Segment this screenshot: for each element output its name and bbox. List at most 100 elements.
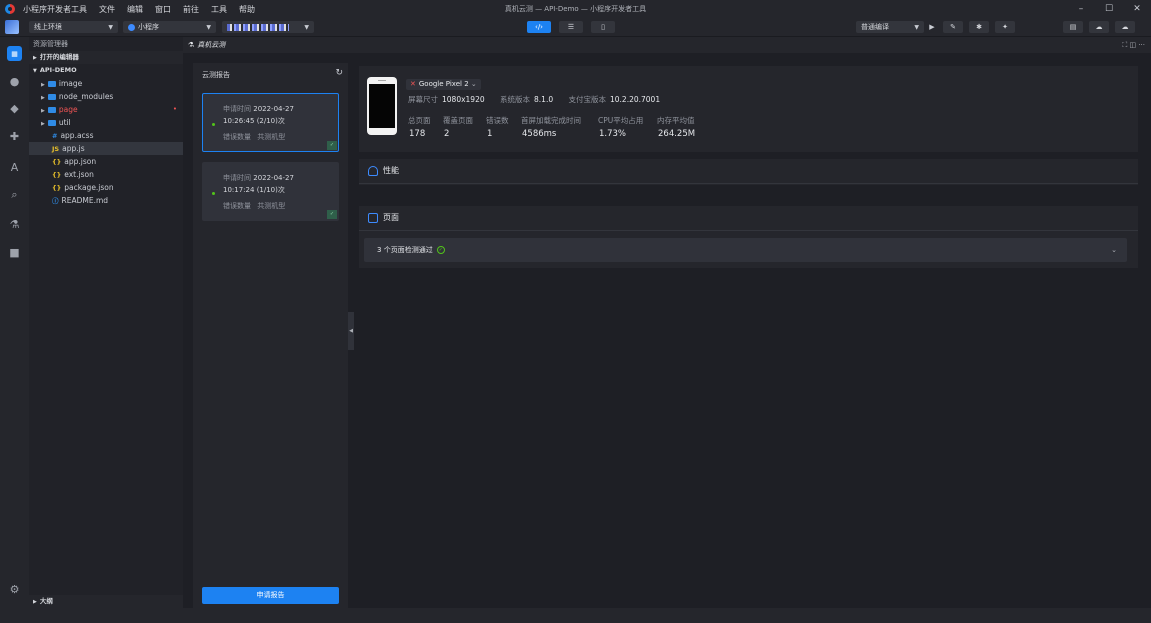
- document-button[interactable]: ▤: [1063, 21, 1083, 33]
- apply-count: (1/10)次: [256, 186, 285, 194]
- pages-summary: 3 个页面检测通过 ✓: [377, 238, 445, 262]
- menu-edit[interactable]: 编辑: [127, 4, 143, 15]
- extensions-activity-button[interactable]: ✚: [7, 129, 22, 144]
- font-activity-button[interactable]: A: [7, 160, 22, 175]
- tab-cloud-test[interactable]: ⚗ 真机云测: [188, 37, 225, 53]
- expand-icon[interactable]: ⛶: [1122, 41, 1127, 49]
- store-activity-button[interactable]: ■: [7, 245, 22, 260]
- environment-select[interactable]: 线上环境 ▼: [29, 21, 118, 33]
- edit-config-button[interactable]: ✎: [943, 21, 963, 33]
- stat-value: 4586ms: [522, 129, 557, 139]
- chevron-down-icon: ▼: [304, 23, 309, 31]
- settings-activity-button[interactable]: ⚙: [7, 582, 22, 597]
- stat-errors: 错误数 1: [486, 115, 509, 139]
- minimize-button[interactable]: –: [1067, 0, 1095, 18]
- menu-tools[interactable]: 工具: [211, 4, 227, 15]
- explorer-header: 资源管理器: [33, 40, 68, 48]
- models-count-label: 共测机型: [257, 133, 286, 141]
- maximize-button[interactable]: ☐: [1095, 0, 1123, 18]
- report-card[interactable]: 申请时间 2022-04-27 10:17:24 (1/10)次 错误数量 共测…: [202, 162, 339, 221]
- performance-header[interactable]: 性能: [368, 159, 399, 183]
- code-icon: ‹/›: [535, 23, 543, 31]
- menu-go[interactable]: 前往: [183, 4, 199, 15]
- open-editors-section[interactable]: ▶ 打开的编辑器: [29, 51, 183, 64]
- explorer-activity-button[interactable]: ▦: [7, 46, 22, 61]
- git-activity-button[interactable]: ◆: [7, 101, 22, 116]
- chevron-right-icon: ▶: [33, 55, 37, 61]
- more-icon[interactable]: ···: [1138, 41, 1145, 49]
- app-type-select[interactable]: 小程序 ▼: [123, 21, 216, 33]
- chevron-right-icon: ▶: [41, 95, 45, 101]
- debug-view-button[interactable]: ☰: [559, 21, 583, 33]
- open-editors-label: 打开的编辑器: [39, 53, 79, 61]
- json-file-icon: {}: [52, 171, 62, 179]
- menu-app[interactable]: 小程序开发者工具: [23, 4, 87, 15]
- store-icon: ■: [9, 246, 20, 259]
- run-button[interactable]: ▶: [927, 21, 937, 33]
- test-activity-button[interactable]: ⚗: [7, 217, 22, 232]
- toolbar-actions-right: ▤ ☁ ☁: [1063, 21, 1135, 33]
- tree-file-app-acss[interactable]: # app.acss: [29, 129, 183, 142]
- tree-file-package-json[interactable]: {} package.json: [29, 181, 183, 194]
- view-switcher: ‹/› ☰ ▯: [527, 21, 615, 33]
- tree-folder-util[interactable]: ▶ util: [29, 116, 183, 129]
- tree-file-readme[interactable]: ⓘ README.md: [29, 194, 183, 207]
- code-view-button[interactable]: ‹/›: [527, 21, 551, 33]
- outline-section[interactable]: ▶ 大纲: [29, 595, 183, 608]
- scan-icon: ⌕: [11, 187, 18, 201]
- window-title: 真机云测 — API-Demo — 小程序开发者工具: [504, 5, 647, 13]
- tree-folder-node-modules[interactable]: ▶ node_modules: [29, 90, 183, 103]
- tree-item-label: node_modules: [58, 92, 114, 101]
- apply-report-button[interactable]: 申请报告: [202, 587, 339, 604]
- inspect-activity-button[interactable]: ⌕: [7, 187, 22, 202]
- tree-item-label: README.md: [61, 196, 109, 205]
- cloud-upload-icon: ☁: [1095, 23, 1103, 31]
- pages-header[interactable]: 页面: [368, 206, 399, 230]
- report-card[interactable]: 申请时间 2022-04-27 10:26:45 (2/10)次 错误数量 共测…: [202, 93, 339, 152]
- menu-window[interactable]: 窗口: [155, 4, 171, 15]
- debug-button[interactable]: ✱: [969, 21, 989, 33]
- tree-folder-image[interactable]: ▶ image: [29, 77, 183, 90]
- menu-file[interactable]: 文件: [99, 4, 115, 15]
- device-select[interactable]: ✕ Google Pixel 2 ⌄: [406, 79, 481, 90]
- project-select[interactable]: ▼: [222, 21, 314, 33]
- chevron-left-icon: ◀: [349, 328, 353, 334]
- tab-label: 真机云测: [197, 41, 226, 49]
- gauge-icon: [368, 166, 378, 176]
- tree-file-ext-json[interactable]: {} ext.json: [29, 168, 183, 181]
- reports-title: 云测报告: [202, 71, 230, 79]
- phone-icon: ▯: [601, 23, 605, 31]
- project-section[interactable]: ▼ API-DEMO: [29, 64, 183, 77]
- refresh-icon[interactable]: ↻: [335, 68, 343, 78]
- pages-passed-text: 个页面检测通过: [383, 246, 433, 254]
- search-activity-button[interactable]: ●: [7, 74, 22, 89]
- apply-date: 2022-04-27: [253, 174, 294, 182]
- upload-button[interactable]: ☁: [1089, 21, 1109, 33]
- simulator-view-button[interactable]: ▯: [591, 21, 615, 33]
- explorer-panel: 资源管理器 ▶ 打开的编辑器 ▼ API-DEMO ▶ image ▶ node_mod…: [29, 37, 183, 608]
- environment-value: 线上环境: [34, 23, 62, 31]
- chevron-down-icon: ⌄: [470, 80, 477, 88]
- app-logo-icon: [5, 4, 15, 14]
- folder-icon: [47, 81, 56, 87]
- menu-help[interactable]: 帮助: [239, 4, 255, 15]
- search-icon: ●: [9, 75, 20, 88]
- tree-item-label: app.acss: [60, 131, 94, 140]
- apply-time-label: 申请时间: [223, 174, 251, 182]
- pages-summary-accordion[interactable]: 3 个页面检测通过 ✓ ⌄: [364, 238, 1127, 262]
- stat-value: 1: [487, 129, 493, 139]
- cloud-button[interactable]: ☁: [1115, 21, 1135, 33]
- tree-folder-page[interactable]: ▶ page •: [29, 103, 183, 116]
- tree-file-app-js[interactable]: JS app.js: [29, 142, 183, 155]
- avatar[interactable]: [5, 20, 19, 34]
- title-bar: 小程序开发者工具 文件 编辑 窗口 前往 工具 帮助 真机云测 — API-De…: [0, 0, 1151, 18]
- clean-button[interactable]: ✦: [995, 21, 1015, 33]
- flask-icon: ⚗: [9, 218, 20, 231]
- tree-file-app-json[interactable]: {} app.json: [29, 155, 183, 168]
- collapse-panel-handle[interactable]: ◀: [348, 312, 354, 350]
- project-label: API-DEMO: [39, 66, 77, 74]
- split-icon[interactable]: ◫: [1129, 41, 1136, 49]
- apply-count: (2/10)次: [256, 117, 285, 125]
- close-button[interactable]: ✕: [1123, 0, 1151, 18]
- compile-mode-select[interactable]: 普通编译 ▼: [856, 21, 924, 33]
